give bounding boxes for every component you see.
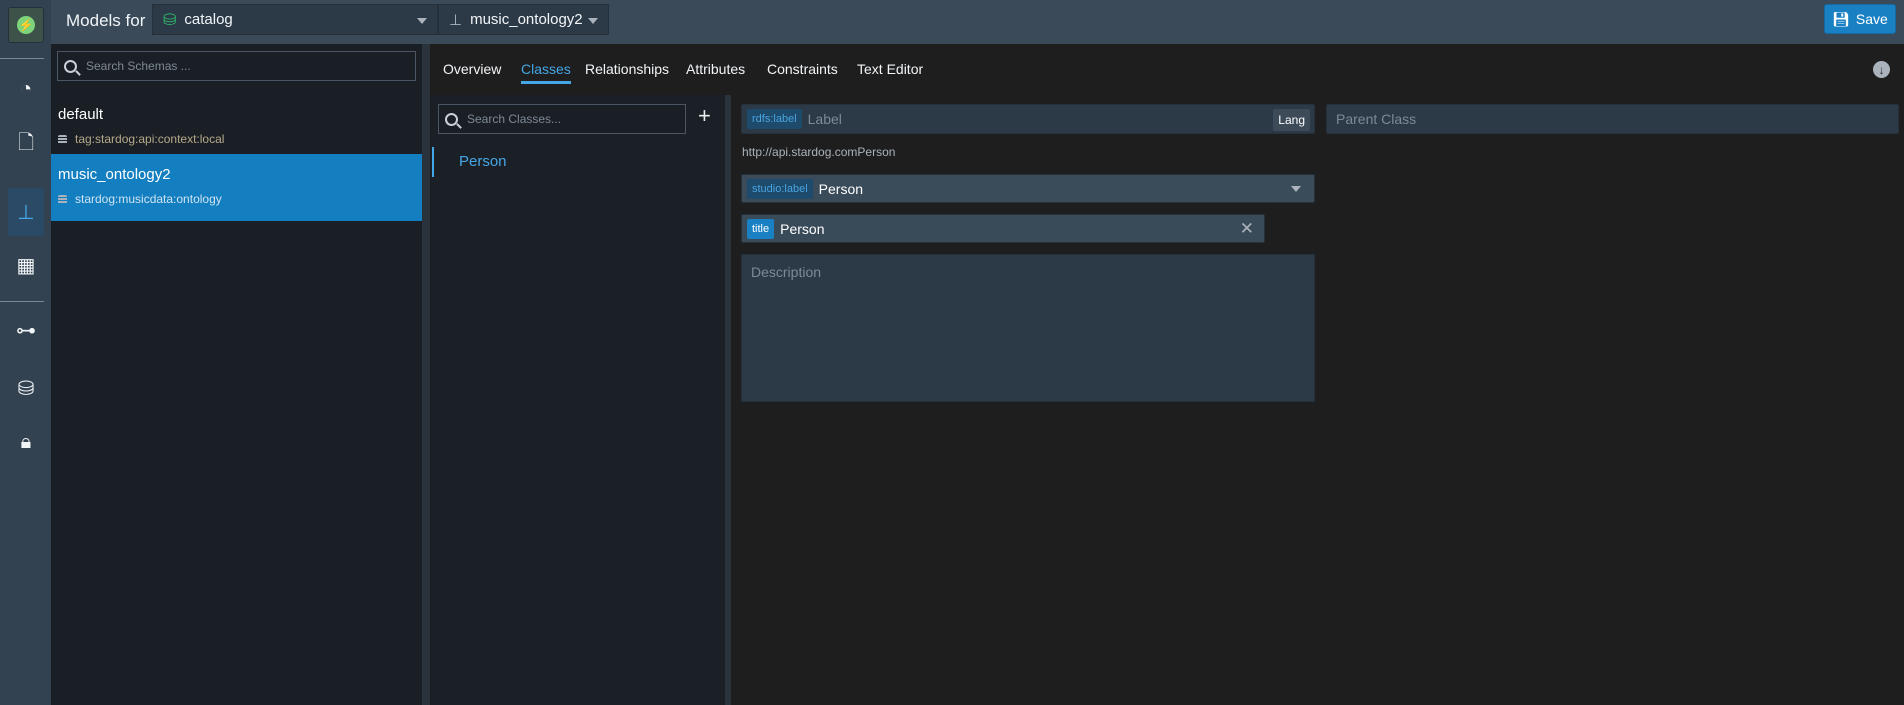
layers-icon xyxy=(58,134,67,144)
schema-value: music_ontology2 xyxy=(470,11,583,28)
schema-graph: stardog:musicdata:ontology xyxy=(58,192,222,206)
save-button[interactable]: 💾︎ Save xyxy=(1824,4,1896,34)
schema-select[interactable]: ⊥ music_ontology2 xyxy=(438,4,609,35)
class-iri: http://api.stardog.comPerson xyxy=(742,145,896,159)
title-value: Person xyxy=(780,220,825,237)
studio-label-chip: studio:label xyxy=(747,178,813,199)
rdfs-label-chip: rdfs:label xyxy=(747,109,802,129)
label-input[interactable]: rdfs:label Label Lang xyxy=(741,104,1315,134)
graph-text: tag:stardog:api:context:local xyxy=(75,132,225,146)
rail-divider xyxy=(0,58,44,59)
save-icon: 💾︎ xyxy=(1832,10,1850,27)
description-textarea[interactable]: Description xyxy=(741,254,1315,402)
download-icon[interactable]: ↓ xyxy=(1873,61,1890,78)
lock-icon[interactable]: 🔒︎ xyxy=(8,424,44,460)
class-name: Person xyxy=(459,153,507,170)
layers-icon xyxy=(58,194,67,204)
schema-item-music-ontology2[interactable]: music_ontology2 stardog:musicdata:ontolo… xyxy=(51,154,422,221)
mapping-flow-icon[interactable]: ⊶ xyxy=(8,312,44,348)
tab-bar: Overview Classes Relationships Attribute… xyxy=(430,44,1904,95)
models-for-label: Models for xyxy=(66,11,146,30)
tab-classes[interactable]: Classes xyxy=(521,61,571,84)
search-placeholder: Search Classes... xyxy=(467,112,562,126)
database-value: catalog xyxy=(184,11,233,28)
tab-attributes[interactable]: Attributes xyxy=(686,61,745,77)
file-icon[interactable]: 🗋 xyxy=(8,127,44,163)
icon-rail: ⚡ ◔ 🗋 ⊥ ▦ ⊶ ⛁ 🔒︎ xyxy=(0,0,51,705)
tab-overview[interactable]: Overview xyxy=(443,61,501,77)
chevron-down-icon xyxy=(417,18,427,24)
class-search-input[interactable]: Search Classes... xyxy=(438,104,686,134)
search-icon xyxy=(445,112,458,126)
graph-text: stardog:musicdata:ontology xyxy=(75,192,222,206)
parent-placeholder: Parent Class xyxy=(1336,111,1417,127)
chevron-down-icon xyxy=(588,18,598,24)
table-icon[interactable]: ▦ xyxy=(8,247,44,283)
search-placeholder: Search Schemas ... xyxy=(86,59,191,73)
studio-label-value: Person xyxy=(818,180,864,197)
schema-panel: Search Schemas ... default tag:stardog:a… xyxy=(51,44,422,705)
dashboard-icon[interactable]: ◔ xyxy=(8,71,44,107)
schema-name: default xyxy=(58,106,104,123)
tab-text-editor[interactable]: Text Editor xyxy=(857,61,923,77)
tab-relationships[interactable]: Relationships xyxy=(585,61,669,77)
parent-class-input[interactable]: Parent Class xyxy=(1326,104,1899,134)
title-chip: title xyxy=(747,218,775,239)
label-placeholder: Label xyxy=(807,111,842,127)
database-icon: ⛁ xyxy=(163,11,177,29)
chevron-down-icon xyxy=(1291,186,1301,192)
schema-name: music_ontology2 xyxy=(58,166,171,183)
close-icon[interactable]: ✕ xyxy=(1240,219,1254,239)
schema-graph: tag:stardog:api:context:local xyxy=(58,132,224,146)
stardog-logo-icon[interactable]: ⚡ xyxy=(8,7,44,43)
top-bar: Models for ⛁ catalog ⊥ music_ontology2 💾… xyxy=(51,0,1904,44)
database-select[interactable]: ⛁ catalog xyxy=(152,4,438,35)
schema-item-default[interactable]: default tag:stardog:api:context:local xyxy=(51,94,422,154)
studio-label-select[interactable]: studio:label Person xyxy=(741,174,1315,203)
model-hierarchy-icon[interactable]: ⊥ xyxy=(8,188,44,236)
database-icon[interactable]: ⛁ xyxy=(8,370,44,406)
search-icon xyxy=(64,59,77,73)
schema-search-input[interactable]: Search Schemas ... xyxy=(57,51,416,81)
rail-divider xyxy=(0,301,44,302)
classes-panel: Search Classes... + Person xyxy=(430,95,725,705)
save-label: Save xyxy=(1855,11,1888,27)
lang-button[interactable]: Lang xyxy=(1273,109,1310,131)
add-class-button[interactable]: + xyxy=(698,103,711,129)
tab-constraints[interactable]: Constraints xyxy=(767,61,838,77)
panel-splitter[interactable] xyxy=(725,95,731,705)
description-placeholder: Description xyxy=(751,264,822,280)
title-field[interactable]: title Person ✕ xyxy=(741,214,1265,243)
hierarchy-icon: ⊥ xyxy=(449,11,463,29)
class-item-person[interactable]: Person xyxy=(432,147,722,177)
panel-splitter[interactable] xyxy=(422,44,430,705)
